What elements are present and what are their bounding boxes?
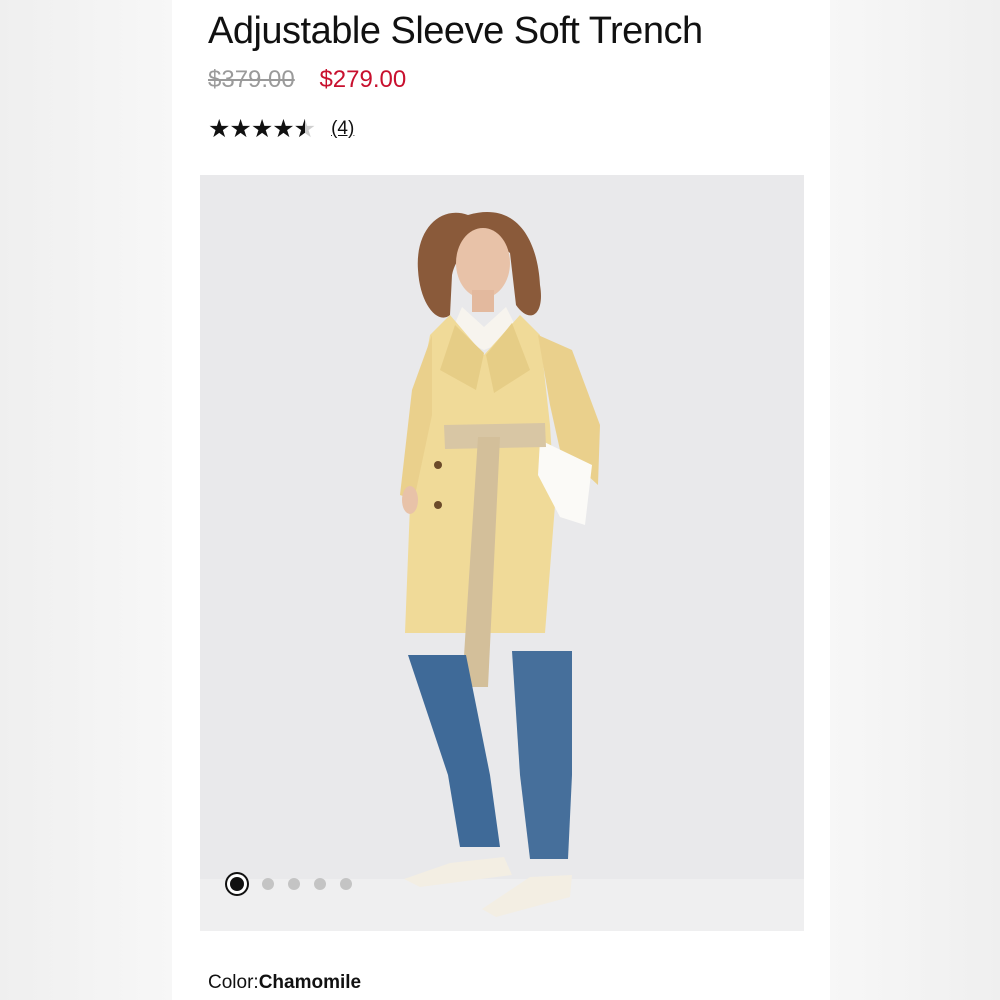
jeans-right [512, 651, 572, 859]
page-background-right [830, 0, 1000, 1000]
color-value: Chamomile [258, 972, 362, 993]
model-hand [402, 486, 418, 514]
shoe-left [404, 857, 512, 887]
full-stars: ★★★★ [208, 115, 295, 143]
original-price: $379.00 [208, 66, 295, 93]
product-title: Adjustable Sleeve Soft Trench [208, 10, 703, 52]
model-neck [472, 290, 494, 312]
gallery-dot-1[interactable] [230, 877, 244, 891]
page-background-left [0, 0, 172, 1000]
color-label: Color: [208, 972, 259, 993]
product-card: Adjustable Sleeve Soft Trench $379.00 $2… [172, 0, 830, 1000]
coat-button [434, 461, 442, 469]
gallery-dot-5[interactable] [340, 878, 352, 890]
shoe-right [482, 875, 572, 917]
model-face [456, 228, 510, 298]
product-image-gallery[interactable] [200, 175, 804, 931]
sale-price: $279.00 [319, 66, 407, 93]
rating-row: ★★★★★ (4) [208, 115, 354, 143]
price-block: $379.00 $279.00 [208, 66, 406, 94]
review-count-link[interactable]: (4) [331, 118, 354, 140]
product-photo [400, 212, 600, 917]
coat-button [434, 501, 442, 509]
color-selection: Color:Chamomile [208, 972, 361, 994]
gallery-dot-3[interactable] [288, 878, 300, 890]
gallery-dot-2[interactable] [262, 878, 274, 890]
gallery-dot-4[interactable] [314, 878, 326, 890]
half-star-icon: ★ [294, 115, 316, 143]
gallery-pagination [230, 877, 352, 891]
star-rating-icon: ★★★★★ [208, 115, 316, 143]
